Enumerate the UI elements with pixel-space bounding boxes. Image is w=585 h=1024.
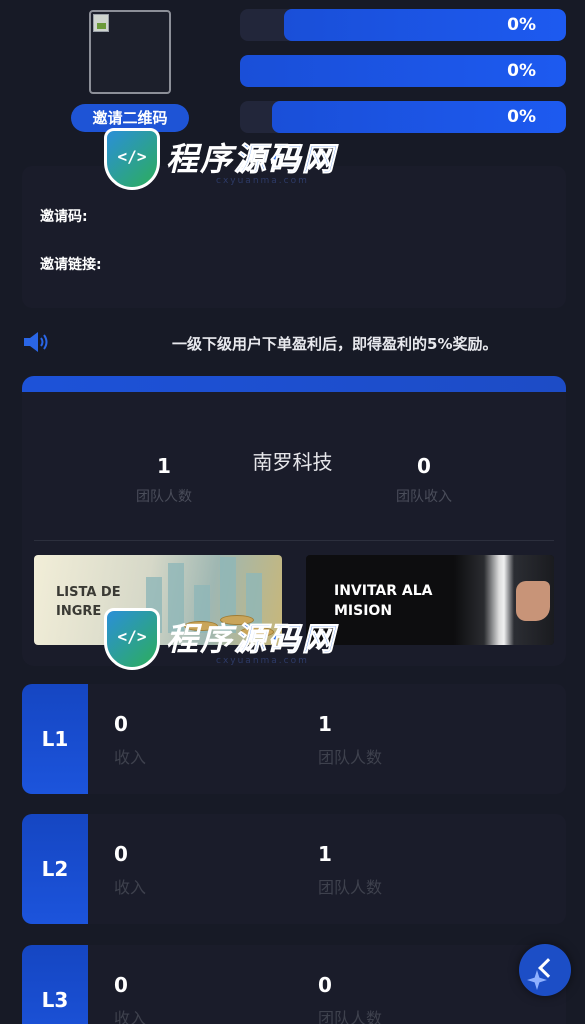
- banner-right-line1: INVITAR ALA: [334, 583, 433, 599]
- notice-marquee: 一级下级用户下单盈利后，即得盈利的5%奖励。: [172, 335, 498, 353]
- divider: [34, 540, 554, 541]
- watermark-logo: </> 程序源码网 cxyuanma.com: [104, 120, 354, 200]
- shield-icon: </>: [104, 608, 160, 670]
- level-members-label: 团队人数: [318, 1009, 383, 1024]
- qr-code-image[interactable]: [89, 10, 171, 94]
- level-row-l2[interactable]: L2 0 收入 1 团队人数: [22, 814, 566, 924]
- level-badge: L1: [22, 684, 88, 794]
- team-income-value: 0: [417, 454, 431, 478]
- level-members-value: 0: [318, 973, 332, 997]
- level-row-l1[interactable]: L1 0 收入 1 团队人数: [22, 684, 566, 794]
- level-income-value: 0: [114, 973, 128, 997]
- team-income-label: 团队收入: [396, 489, 452, 505]
- watermark-logo: </> 程序源码网 cxyuanma.com: [104, 600, 354, 680]
- level-income-label: 收入: [114, 748, 147, 767]
- level-members-value: 1: [318, 712, 332, 736]
- team-members-label: 团队人数: [136, 489, 192, 505]
- progress-bar: 0%: [240, 55, 566, 87]
- shield-icon: </>: [104, 128, 160, 190]
- invite-code-label[interactable]: 邀请码:: [40, 206, 88, 226]
- progress-text: 0%: [507, 15, 536, 35]
- invite-link-label[interactable]: 邀请链接:: [40, 254, 102, 274]
- progress-text: 0%: [507, 107, 536, 127]
- level-badge: L3: [22, 945, 88, 1024]
- back-chevron-icon: [538, 958, 558, 978]
- progress-text: 0%: [507, 61, 536, 81]
- broken-image-icon: [93, 14, 109, 32]
- team-name: 南罗科技: [252, 450, 333, 474]
- speaker-icon: [24, 332, 48, 352]
- level-badge: L2: [22, 814, 88, 924]
- level-income-label: 收入: [114, 878, 147, 897]
- team-card-accent-bar: [22, 376, 566, 392]
- back-button[interactable]: [519, 944, 571, 996]
- level-income-value: 0: [114, 712, 128, 736]
- level-income-value: 0: [114, 842, 128, 866]
- level-members-value: 1: [318, 842, 332, 866]
- level-members-label: 团队人数: [318, 748, 383, 767]
- team-members-value: 1: [157, 454, 171, 478]
- level-income-label: 收入: [114, 1009, 147, 1024]
- level-members-label: 团队人数: [318, 878, 383, 897]
- level-row-l3[interactable]: L3 0 收入 0 团队人数: [22, 945, 566, 1024]
- progress-bar: 0%: [240, 9, 566, 41]
